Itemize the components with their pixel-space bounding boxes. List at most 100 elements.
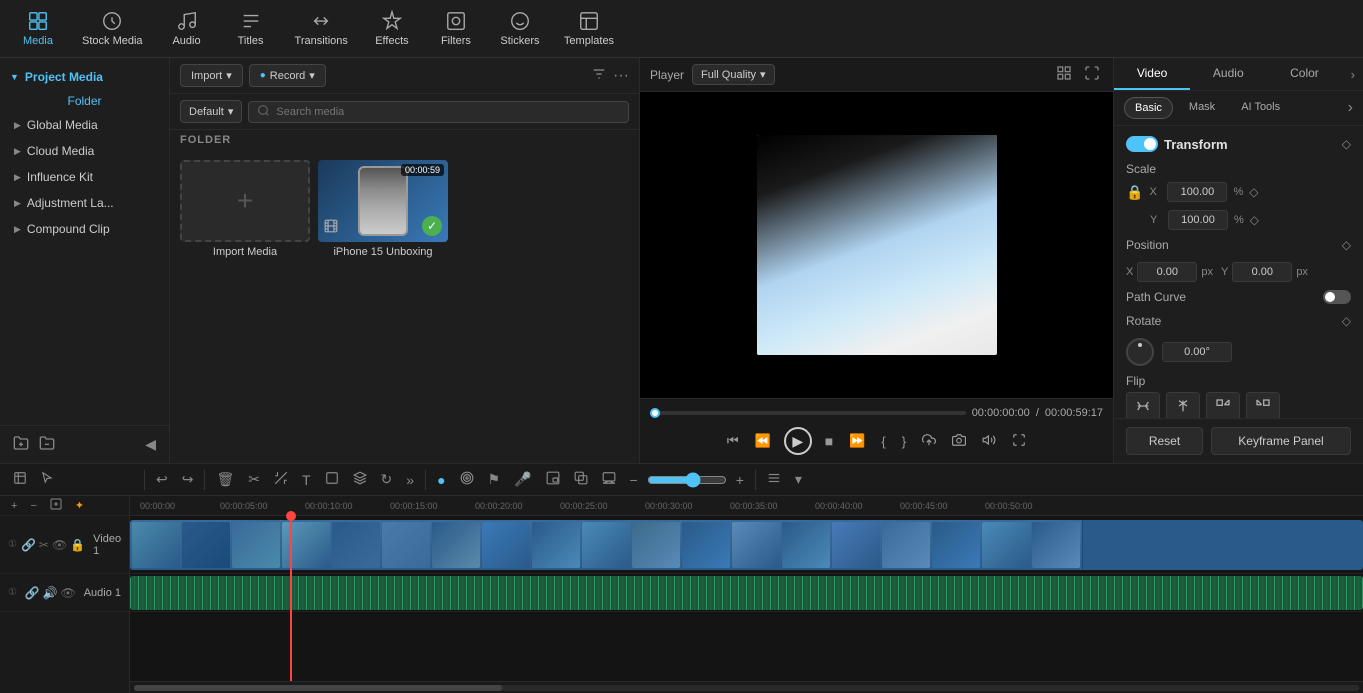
scale-y-diamond[interactable]: ◇ (1250, 213, 1259, 227)
tab-audio[interactable]: Audio (1190, 58, 1266, 90)
transform-diamond-icon[interactable]: ◇ (1342, 137, 1351, 151)
rotate-dial[interactable] (1126, 338, 1154, 366)
select-tool[interactable] (35, 468, 59, 491)
filter-icon-button[interactable] (591, 66, 607, 85)
track-link-button[interactable]: 🔗 (21, 538, 36, 552)
preview-progress-track[interactable] (650, 411, 966, 415)
more-tools[interactable]: » (401, 469, 419, 491)
sidebar-item-influence-kit[interactable]: ▶ Influence Kit (0, 164, 169, 190)
pos-x-input[interactable] (1137, 262, 1197, 282)
more-tabs-button[interactable]: › (1343, 58, 1363, 90)
audio-button[interactable] (979, 430, 999, 453)
default-select[interactable]: Default ▾ (180, 100, 242, 123)
toolbar-stickers[interactable]: Stickers (490, 4, 550, 54)
toolbar-titles[interactable]: Titles (221, 4, 281, 54)
mark-in-button[interactable]: { (878, 431, 888, 452)
snapshot-button[interactable] (949, 430, 969, 453)
zoom-in-button[interactable]: + (731, 469, 749, 491)
pip-button[interactable] (541, 468, 565, 491)
layout-button[interactable] (762, 468, 786, 491)
video-overlay-button[interactable] (597, 468, 621, 491)
keyframe-panel-button[interactable]: Keyframe Panel (1211, 427, 1351, 455)
play-button[interactable]: ▶ (784, 427, 812, 455)
remove-folder-button[interactable] (36, 432, 58, 457)
scale-y-input[interactable] (1168, 210, 1228, 230)
resize-button[interactable] (1009, 430, 1029, 453)
track-edit-button[interactable]: ✂ (39, 538, 49, 552)
rotate-button[interactable]: ↻ (376, 468, 398, 491)
audio-vol-button[interactable]: 🔊 (43, 586, 58, 600)
audio-clip[interactable] (130, 576, 1363, 610)
scale-x-input[interactable] (1167, 182, 1227, 202)
sub-tab-basic[interactable]: Basic (1124, 97, 1173, 119)
video-clip[interactable] (130, 520, 1363, 570)
toolbar-effects[interactable]: Effects (362, 4, 422, 54)
mark-out-button[interactable]: } (899, 431, 909, 452)
zoom-slider[interactable] (647, 472, 727, 488)
paint-button[interactable] (348, 468, 372, 491)
scrollbar-track[interactable] (134, 685, 1359, 691)
path-curve-toggle[interactable] (1323, 290, 1351, 304)
ripple-button[interactable] (455, 468, 479, 491)
sidebar-item-compound-clip[interactable]: ▶ Compound Clip (0, 216, 169, 242)
toolbar-media[interactable]: Media (8, 4, 68, 54)
step-forward-button[interactable]: ⏩ (846, 430, 868, 452)
crop-button[interactable] (269, 468, 293, 491)
rotate-diamond[interactable]: ◇ (1342, 314, 1351, 328)
position-diamond[interactable]: ◇ (1342, 238, 1351, 252)
sidebar-item-global-media[interactable]: ▶ Global Media (0, 112, 169, 138)
toolbar-stock[interactable]: Stock Media (72, 4, 153, 54)
scale-x-diamond[interactable]: ◇ (1249, 185, 1258, 199)
color-dot-button[interactable]: ● (432, 469, 450, 491)
box-button[interactable] (320, 468, 344, 491)
cut-button[interactable]: ✂ (243, 468, 265, 491)
toolbar-transitions[interactable]: Transitions (285, 4, 358, 54)
transform-toggle-switch[interactable] (1126, 136, 1158, 152)
toolbar-audio[interactable]: Audio (157, 4, 217, 54)
grid-view-button[interactable] (1053, 62, 1075, 87)
flag-button[interactable]: ⚑ (483, 468, 506, 491)
add-clip-button[interactable] (45, 496, 67, 516)
sub-tab-mask[interactable]: Mask (1179, 97, 1225, 119)
step-back-button[interactable]: ⏪ (752, 430, 774, 452)
toolbar-templates[interactable]: Templates (554, 4, 624, 54)
zoom-out-button[interactable]: − (625, 469, 643, 491)
reset-button[interactable]: Reset (1126, 427, 1203, 455)
sub-tab-ai-tools[interactable]: AI Tools (1231, 97, 1290, 119)
extract-button[interactable] (919, 430, 939, 453)
flip-btn-3[interactable] (1206, 392, 1240, 418)
flip-vertical-button[interactable] (1126, 392, 1160, 418)
fullscreen-button[interactable] (1081, 62, 1103, 87)
sidebar-item-project-media[interactable]: ▼ Project Media (0, 64, 169, 90)
collapse-sidebar-button[interactable]: ◀ (142, 433, 159, 456)
add-track-button[interactable]: + (6, 497, 22, 515)
magic-button[interactable]: ✦ (70, 496, 89, 515)
toolbar-filters[interactable]: Filters (426, 4, 486, 54)
settings-button[interactable]: ▾ (790, 468, 807, 491)
record-button[interactable]: ● Record ▾ (249, 64, 326, 87)
flip-horizontal-button[interactable] (1166, 392, 1200, 418)
search-input[interactable] (276, 102, 620, 122)
remove-track-button[interactable]: − (25, 497, 41, 515)
rewind-button[interactable]: ⏮ (724, 430, 742, 452)
import-button[interactable]: Import ▾ (180, 64, 243, 87)
delete-button[interactable]: 🗑 (211, 468, 239, 491)
iphone-video-item[interactable]: 00:00:59 ✓ iPhone 15 Unboxing (318, 160, 448, 453)
stop-button[interactable]: ■ (822, 430, 836, 452)
undo-button[interactable]: ↩ (151, 468, 173, 491)
tab-color[interactable]: Color (1266, 58, 1342, 90)
scrollbar-thumb[interactable] (134, 685, 502, 691)
sidebar-item-cloud-media[interactable]: ▶ Cloud Media (0, 138, 169, 164)
audio-link-button[interactable]: 🔗 (25, 586, 40, 600)
overlay-button[interactable] (569, 468, 593, 491)
track-lock-button[interactable]: 🔒 (70, 538, 85, 552)
more-options-button[interactable]: ··· (613, 67, 629, 85)
rotate-input[interactable] (1162, 342, 1232, 362)
more-sub-tabs-button[interactable]: › (1348, 97, 1353, 119)
flip-btn-4[interactable] (1246, 392, 1280, 418)
tab-video[interactable]: Video (1114, 58, 1190, 90)
sidebar-item-folder[interactable]: Folder (0, 90, 169, 112)
quality-select[interactable]: Full Quality ▾ (692, 64, 775, 85)
import-media-item[interactable]: + Import Media (180, 160, 310, 453)
text-button[interactable]: T (297, 469, 316, 491)
